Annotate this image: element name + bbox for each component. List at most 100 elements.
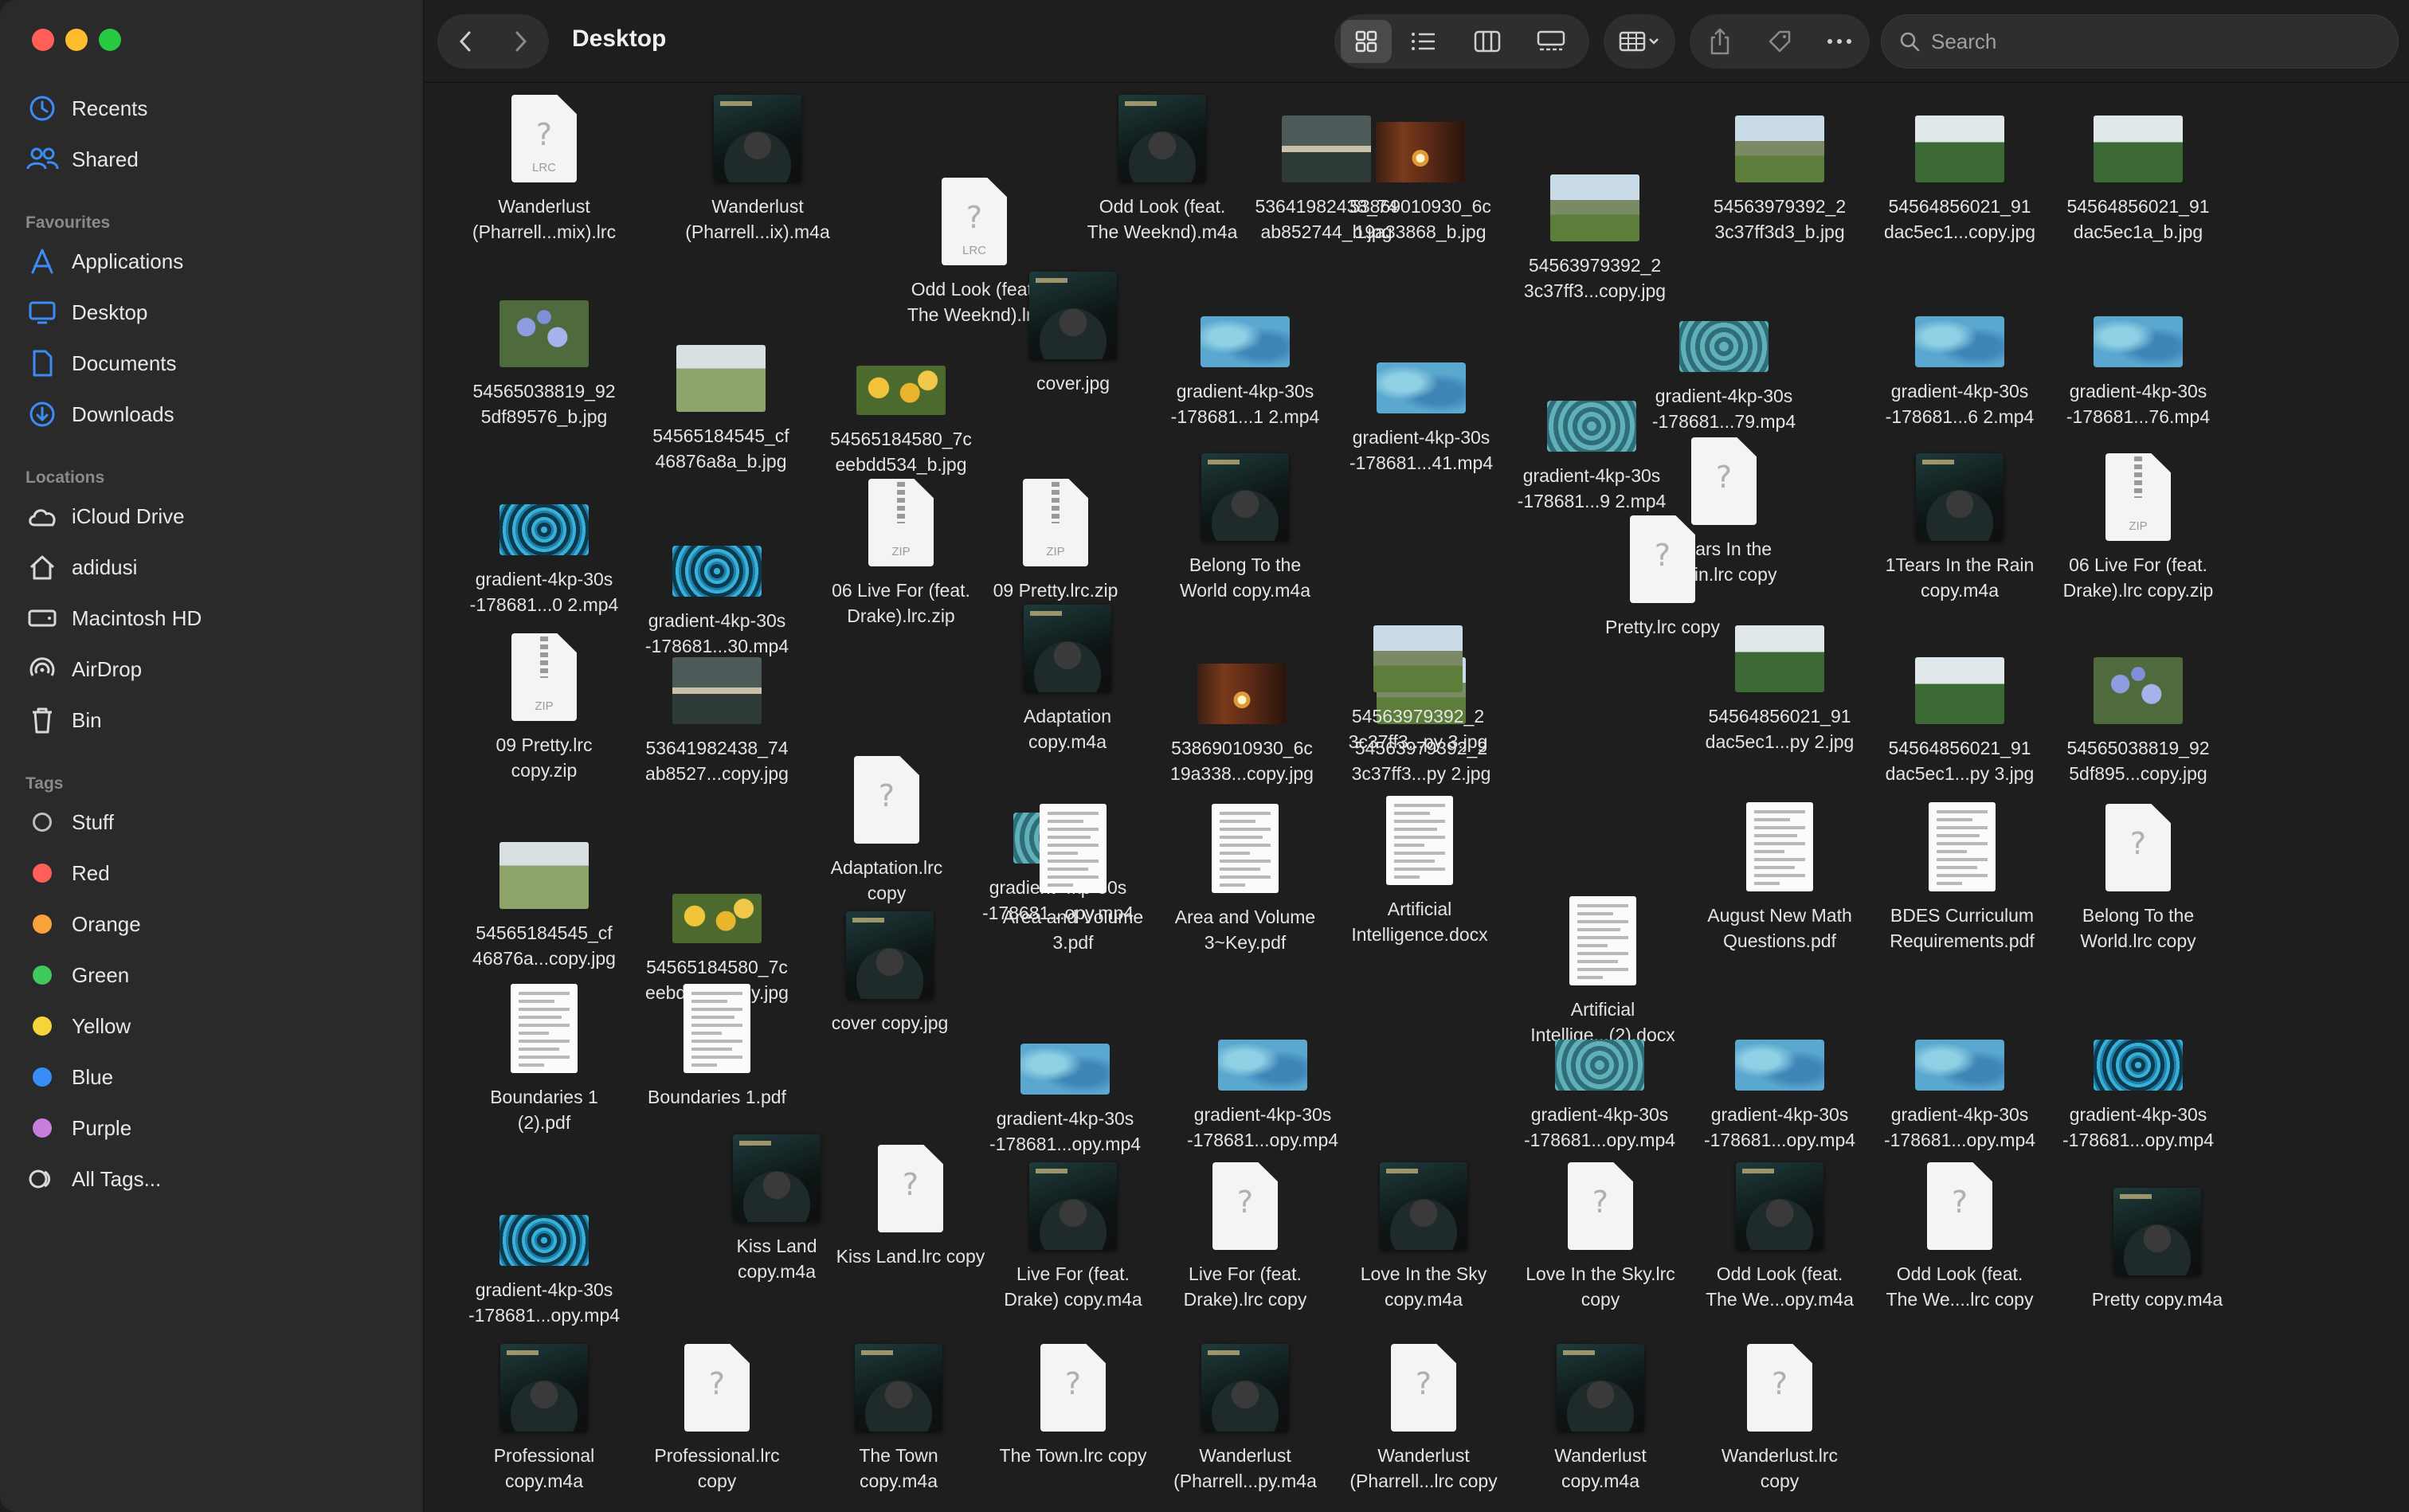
file-icon[interactable]: 53869010930_6c 19a338...copy.jpg (1153, 625, 1331, 786)
file-icon[interactable]: 54563979392_2 3c37ff3d3_b.jpg (1690, 84, 1869, 245)
file-icon[interactable]: gradient-4kp-30s -178681...opy.mp4 (2049, 992, 2227, 1153)
file-icon[interactable]: The Town copy.m4a (809, 1333, 988, 1494)
sidebar-item-icloud-drive[interactable]: iCloud Drive (25, 494, 400, 539)
file-icon[interactable]: 54565038819_92 5df89576_b.jpg (455, 268, 633, 429)
column-view-button[interactable] (1455, 14, 1519, 69)
close-window-button[interactable] (32, 29, 54, 51)
file-icon[interactable]: Pretty copy.m4a (2068, 1177, 2246, 1312)
sidebar-tag-stuff[interactable]: Stuff (25, 800, 400, 844)
sidebar-item-desktop[interactable]: Desktop (25, 290, 400, 335)
file-icon[interactable]: Boundaries 1 (2).pdf (455, 974, 633, 1135)
icon-view-button[interactable] (1341, 20, 1392, 63)
file-icon[interactable]: 54565184580_7c eebdd534_b.jpg (812, 316, 990, 477)
file-icon[interactable]: 54564856021_91 dac5ec1...copy.jpg (1870, 84, 2049, 245)
minimize-window-button[interactable] (65, 29, 88, 51)
file-icon[interactable]: Artificial Intelligence.docx (1330, 786, 1509, 947)
file-icon[interactable]: Wanderlust (Pharrell...ix).m4a (668, 84, 847, 245)
group-button[interactable] (1604, 14, 1675, 69)
file-icon[interactable]: ? Odd Look (feat. The We....lrc copy (1870, 1151, 2049, 1312)
file-icon[interactable]: ? Wanderlust (Pharrell...lrc copy (1334, 1333, 1513, 1494)
file-icon[interactable]: ? Live For (feat. Drake).lrc copy (1156, 1151, 1334, 1312)
sidebar-item-downloads[interactable]: Downloads (25, 392, 400, 437)
file-icon[interactable]: ? LRC Wanderlust (Pharrell...mix).lrc (455, 84, 633, 245)
file-icon[interactable]: gradient-4kp-30s -178681...0 2.mp4 (455, 456, 633, 617)
file-icon[interactable]: Belong To the World copy.m4a (1156, 442, 1334, 603)
file-icon[interactable]: Area and Volume 3.pdf (984, 794, 1162, 955)
file-icon[interactable]: gradient-4kp-30s -178681...opy.mp4 (1690, 992, 1869, 1153)
sidebar-item-adidusi[interactable]: adidusi (25, 545, 400, 590)
sidebar-item-shared[interactable]: Shared (25, 137, 400, 182)
sidebar-tag-blue[interactable]: Blue (25, 1055, 400, 1099)
file-icon[interactable]: cover.jpg (984, 260, 1162, 396)
sidebar-tag-yellow[interactable]: Yellow (25, 1004, 400, 1048)
sidebar-tag-red[interactable]: Red (25, 851, 400, 895)
sidebar-tag-orange[interactable]: Orange (25, 902, 400, 946)
file-icon[interactable]: gradient-4kp-30s -178681...opy.mp4 (976, 996, 1154, 1157)
file-icon[interactable]: gradient-4kp-30s -178681...opy.mp4 (1173, 992, 1352, 1153)
sidebar-item-recents[interactable]: Recents (25, 86, 400, 131)
file-thumbnail-wrap (801, 900, 979, 999)
file-icon[interactable]: 1Tears In the Rain copy.m4a (1870, 442, 2049, 603)
file-icon[interactable]: ? The Town.lrc copy (984, 1333, 1162, 1468)
share-button[interactable] (1690, 14, 1749, 69)
zoom-window-button[interactable] (99, 29, 121, 51)
file-icon[interactable]: 53869010930_6c 19a33868_b.jpg (1331, 84, 1510, 245)
file-icon[interactable]: ZIP 06 Live For (feat. Drake).lrc copy.zi… (2049, 442, 2227, 603)
file-icon[interactable]: gradient-4kp-30s -178681...6 2.mp4 (1870, 268, 2049, 429)
more-actions-button[interactable] (1809, 14, 1869, 69)
group-by-button[interactable] (1604, 14, 1675, 69)
file-icon[interactable]: Wanderlust (Pharrell...py.m4a (1156, 1333, 1334, 1494)
file-icon[interactable]: gradient-4kp-30s -178681...1 2.mp4 (1156, 268, 1334, 429)
sidebar-item-airdrop[interactable]: AirDrop (25, 647, 400, 691)
file-icon[interactable]: 54564856021_91 dac5ec1a_b.jpg (2049, 84, 2227, 245)
file-icon[interactable]: gradient-4kp-30s -178681...opy.mp4 (1870, 992, 2049, 1153)
file-icon[interactable]: 53641982438_74 ab8527...copy.jpg (628, 625, 806, 786)
file-icon[interactable]: ? Adaptation.lrc copy (797, 745, 976, 906)
file-icon[interactable]: Odd Look (feat. The We...opy.m4a (1690, 1151, 1869, 1312)
file-icon[interactable]: Area and Volume 3~Key.pdf (1156, 794, 1334, 955)
list-view-button[interactable] (1392, 14, 1455, 69)
sidebar-item-all-tags[interactable]: All Tags... (25, 1157, 400, 1201)
file-icon[interactable]: BDES Curriculum Requirements.pdf (1873, 793, 2051, 954)
file-icon[interactable]: 54563979392_2 3c37ff3...py 3.jpg (1329, 593, 1507, 754)
sidebar-item-bin[interactable]: Bin (25, 698, 400, 742)
sidebar-tag-green[interactable]: Green (25, 953, 400, 997)
tags-button[interactable] (1749, 14, 1809, 69)
file-icon[interactable]: 54564856021_91 dac5ec1...py 2.jpg (1690, 593, 1869, 754)
file-icon[interactable]: gradient-4kp-30s -178681...opy.mp4 (455, 1167, 633, 1328)
sidebar-tag-purple[interactable]: Purple (25, 1106, 400, 1150)
file-icon[interactable]: gradient-4kp-30s -178681...76.mp4 (2049, 268, 2227, 429)
file-icon[interactable]: ? Wanderlust.lrc copy (1690, 1333, 1869, 1494)
file-icon[interactable]: cover copy.jpg (801, 900, 979, 1036)
file-icon[interactable]: gradient-4kp-30s -178681...opy.mp4 (1510, 992, 1689, 1153)
file-icon[interactable]: Adaptation copy.m4a (978, 593, 1157, 754)
file-icon[interactable]: 54565038819_92 5df895...copy.jpg (2049, 625, 2227, 786)
file-icon[interactable]: Wanderlust copy.m4a (1511, 1333, 1690, 1494)
file-icon[interactable]: ZIP 06 Live For (feat. Drake).lrc.zip (812, 468, 990, 629)
file-icon[interactable]: Love In the Sky copy.m4a (1334, 1151, 1513, 1312)
file-icon[interactable]: Professional copy.m4a (455, 1333, 633, 1494)
file-icon[interactable]: ? Professional.lrc copy (628, 1333, 806, 1494)
search-box[interactable] (1881, 14, 2399, 69)
file-icon[interactable]: 54565184545_cf 46876a...copy.jpg (455, 810, 633, 971)
sidebar-item-documents[interactable]: Documents (25, 341, 400, 386)
back-button[interactable] (437, 14, 493, 69)
gallery-view-button[interactable] (1519, 14, 1583, 69)
file-icon[interactable]: ZIP 09 Pretty.lrc.zip (966, 468, 1145, 603)
search-input[interactable] (1931, 29, 2377, 54)
file-icon[interactable]: gradient-4kp-30s -178681...41.mp4 (1332, 315, 1510, 476)
file-icon[interactable]: 54564856021_91 dac5ec1...py 3.jpg (1870, 625, 2049, 786)
file-icon[interactable]: August New Math Questions.pdf (1690, 793, 1869, 954)
file-icon[interactable]: Live For (feat. Drake) copy.m4a (984, 1151, 1162, 1312)
file-icon[interactable]: Odd Look (feat. The Weeknd).m4a (1073, 84, 1252, 245)
file-icon[interactable]: ? Kiss Land.lrc copy (821, 1134, 1000, 1269)
file-icon[interactable]: ? Belong To the World.lrc copy (2049, 793, 2227, 954)
file-icon[interactable]: 54565184545_cf 46876a8a_b.jpg (632, 313, 810, 474)
file-icon[interactable]: ZIP 09 Pretty.lrc copy.zip (455, 622, 633, 783)
sidebar-item-applications[interactable]: Applications (25, 239, 400, 284)
sidebar-item-macintosh-hd[interactable]: Macintosh HD (25, 596, 400, 640)
forward-button[interactable] (493, 14, 549, 69)
file-icon[interactable]: ? Love In the Sky.lrc copy (1511, 1151, 1690, 1312)
favourites-heading: Favourites (25, 213, 111, 232)
file-icon[interactable]: Boundaries 1.pdf (628, 974, 806, 1110)
